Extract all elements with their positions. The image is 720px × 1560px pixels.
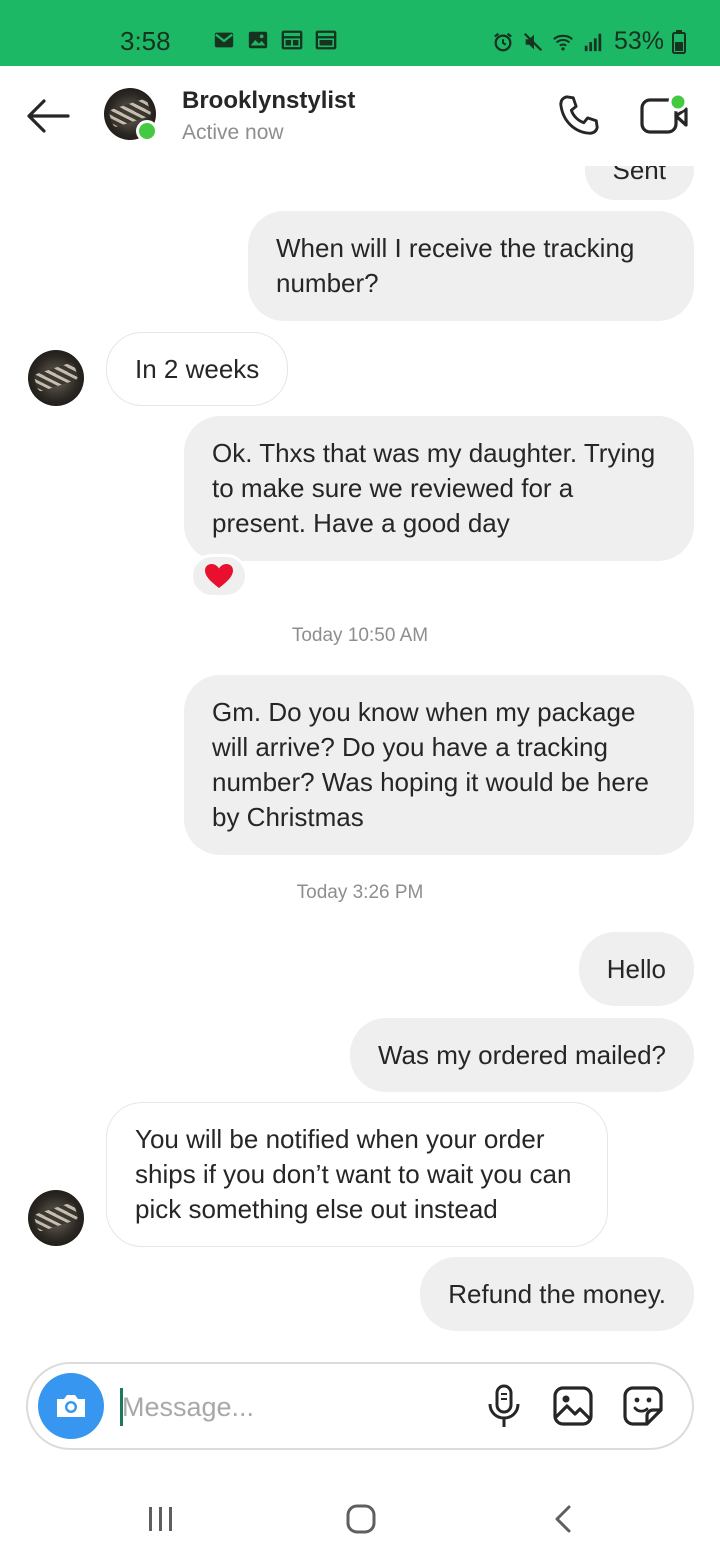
alarm-icon bbox=[494, 32, 512, 51]
status-time: 3:58 bbox=[120, 26, 171, 56]
home-icon[interactable] bbox=[345, 1503, 377, 1535]
sender-avatar[interactable] bbox=[28, 350, 84, 406]
battery-icon bbox=[672, 29, 687, 54]
contact-name[interactable]: Brooklynstylist bbox=[182, 87, 355, 115]
sticker-icon[interactable] bbox=[622, 1384, 664, 1428]
sender-avatar[interactable] bbox=[28, 1190, 84, 1246]
message-bubble-outgoing[interactable]: Sent bbox=[584, 166, 694, 200]
message-bubble-incoming[interactable]: In 2 weeks bbox=[106, 332, 289, 406]
message-text: You will be notified when your order shi… bbox=[135, 1124, 572, 1224]
status-bar: 3:58 53% bbox=[0, 0, 720, 66]
phone-call-icon[interactable] bbox=[556, 93, 602, 139]
heart-reaction[interactable] bbox=[190, 554, 248, 598]
message-bubble-outgoing[interactable]: Ok. Thxs that was my daughter. Trying to… bbox=[184, 416, 694, 561]
message-bubble-outgoing[interactable]: Gm. Do you know when my package will arr… bbox=[184, 675, 694, 855]
chat-header: Brooklynstylist Active now bbox=[0, 66, 720, 166]
active-status: Active now bbox=[182, 121, 284, 144]
calendar-icon bbox=[315, 30, 337, 50]
message-text: Gm. Do you know when my package will arr… bbox=[212, 697, 649, 832]
battery-percent: 53% bbox=[614, 27, 665, 55]
heart-icon bbox=[205, 564, 233, 588]
message-text: Ok. Thxs that was my daughter. Trying to… bbox=[212, 438, 656, 538]
image-icon bbox=[248, 31, 268, 49]
timestamp: Today 10:50 AM bbox=[291, 625, 429, 646]
signal-icon bbox=[584, 33, 602, 51]
online-indicator bbox=[136, 120, 158, 142]
recent-apps-icon[interactable] bbox=[146, 1506, 176, 1532]
mail-icon bbox=[214, 32, 234, 48]
camera-button[interactable] bbox=[38, 1373, 104, 1439]
message-text: Refund the money. bbox=[448, 1278, 666, 1309]
message-text: In 2 weeks bbox=[135, 353, 260, 384]
message-text: Sent bbox=[612, 166, 667, 185]
message-input[interactable] bbox=[122, 1384, 462, 1430]
system-icons: 53% bbox=[492, 27, 687, 56]
message-text: When will I receive the tracking number? bbox=[276, 233, 635, 298]
camera-icon bbox=[57, 1395, 85, 1417]
message-text: Hello bbox=[606, 953, 666, 984]
system-navigation-bar bbox=[0, 1470, 720, 1560]
message-bubble-outgoing[interactable]: When will I receive the tracking number? bbox=[248, 211, 694, 321]
video-call-icon[interactable] bbox=[638, 92, 690, 138]
message-composer bbox=[26, 1362, 694, 1450]
message-bubble-outgoing[interactable]: Refund the money. bbox=[420, 1257, 694, 1331]
back-arrow-icon[interactable] bbox=[24, 96, 72, 136]
message-bubble-outgoing[interactable]: Was my ordered mailed? bbox=[349, 1018, 694, 1092]
mute-icon bbox=[523, 32, 543, 51]
message-bubble-outgoing[interactable]: Hello bbox=[578, 932, 694, 1006]
wifi-icon bbox=[553, 34, 573, 51]
message-text: Was my ordered mailed? bbox=[377, 1039, 666, 1070]
calendar-icon bbox=[281, 30, 303, 50]
message-bubble-incoming[interactable]: You will be notified when your order shi… bbox=[106, 1102, 608, 1247]
notification-icons bbox=[213, 29, 337, 51]
message-thread[interactable]: Sent When will I receive the tracking nu… bbox=[0, 166, 720, 1350]
nav-back-icon[interactable] bbox=[552, 1504, 574, 1534]
microphone-icon[interactable] bbox=[484, 1384, 524, 1430]
timestamp: Today 3:26 PM bbox=[296, 882, 424, 903]
gallery-icon[interactable] bbox=[552, 1384, 594, 1428]
contact-avatar[interactable] bbox=[104, 88, 158, 142]
